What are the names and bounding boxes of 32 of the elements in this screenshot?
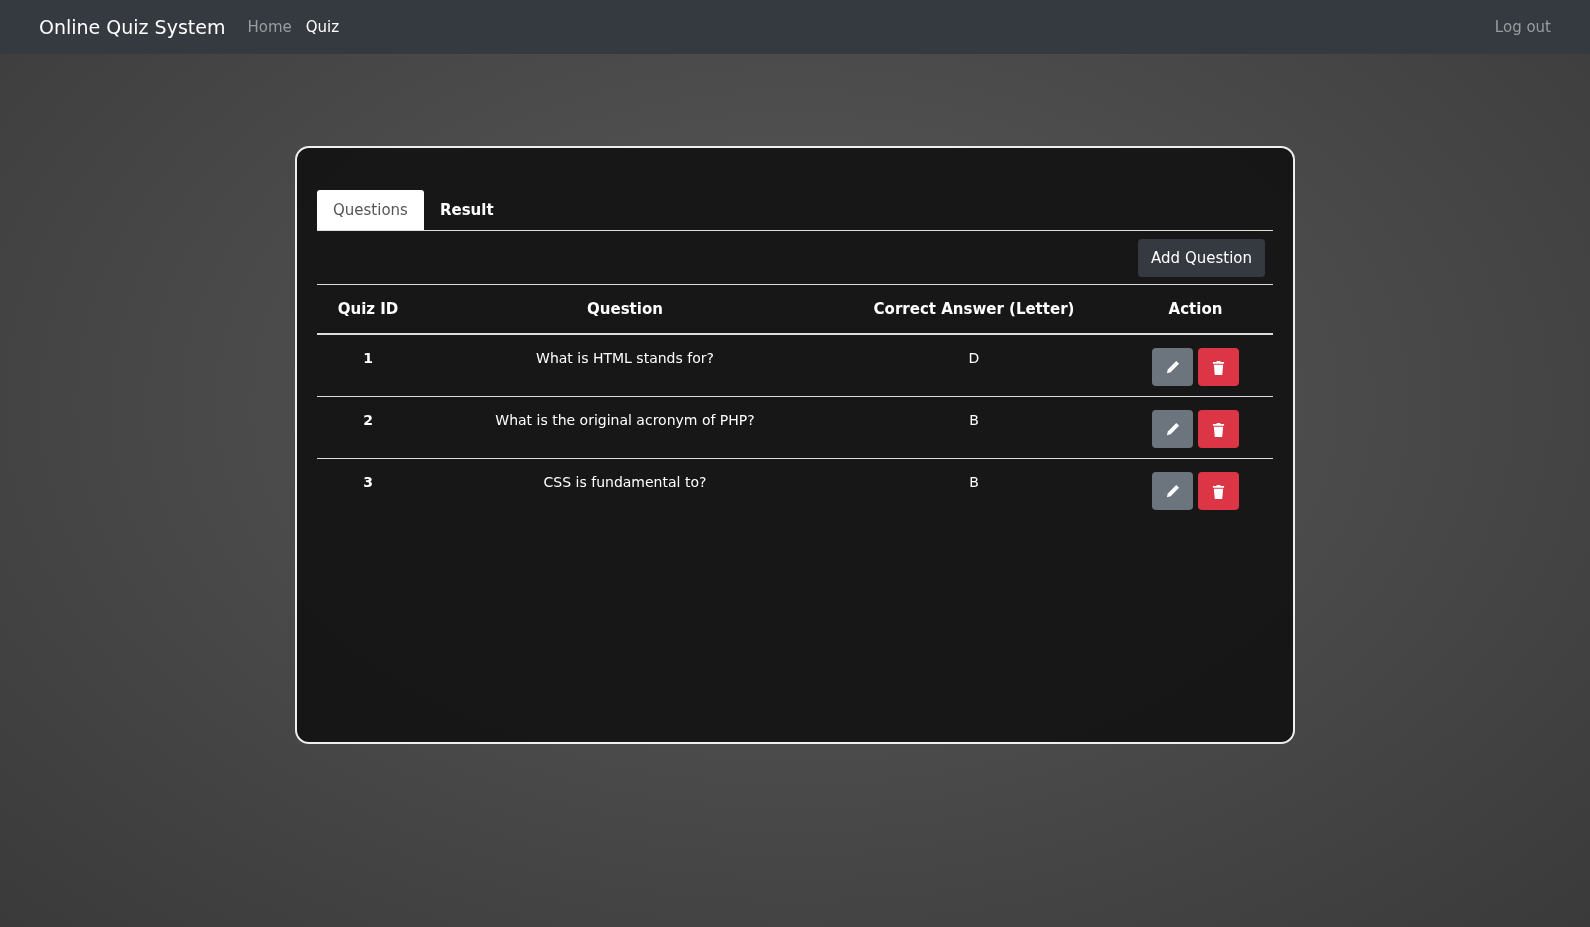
table-cell-text: What is the original acronym of PHP?: [494, 412, 756, 428]
table-cell-text: D: [967, 350, 981, 366]
trash-icon: [1212, 483, 1225, 499]
table-cell-text: What is HTML stands for?: [535, 350, 715, 366]
table-cell-text: B: [968, 474, 980, 490]
pencil-icon: [1165, 483, 1180, 499]
table-cell-text: CSS is fundamental to?: [542, 474, 708, 490]
edit-button[interactable]: [1152, 348, 1193, 386]
table-cell-text: 2: [362, 412, 374, 428]
table-cell-text: 3: [362, 474, 374, 490]
delete-button[interactable]: [1198, 348, 1239, 386]
column-header: Question: [586, 300, 664, 318]
column-header: Action: [1167, 300, 1224, 318]
tab[interactable]: Result: [423, 190, 510, 230]
delete-button[interactable]: [1198, 472, 1239, 510]
table-cell-text: 1: [362, 350, 374, 366]
pencil-icon: [1165, 421, 1180, 437]
pencil-icon: [1165, 359, 1180, 375]
edit-button[interactable]: [1152, 410, 1193, 448]
edit-button[interactable]: [1152, 472, 1193, 510]
column-header: Correct Answer (Letter): [872, 300, 1076, 318]
column-header: Quiz ID: [336, 300, 400, 318]
brand-title[interactable]: Online Quiz System: [39, 16, 226, 38]
tab[interactable]: Questions: [317, 190, 424, 230]
add-question-button[interactable]: Add Question: [1138, 239, 1265, 277]
trash-icon: [1212, 359, 1225, 375]
logout-link[interactable]: Log out: [1494, 18, 1551, 36]
trash-icon: [1212, 421, 1225, 437]
table-cell-text: B: [968, 412, 980, 428]
nav-link[interactable]: Quiz: [305, 18, 340, 36]
nav-link[interactable]: Home: [247, 18, 292, 36]
delete-button[interactable]: [1198, 410, 1239, 448]
